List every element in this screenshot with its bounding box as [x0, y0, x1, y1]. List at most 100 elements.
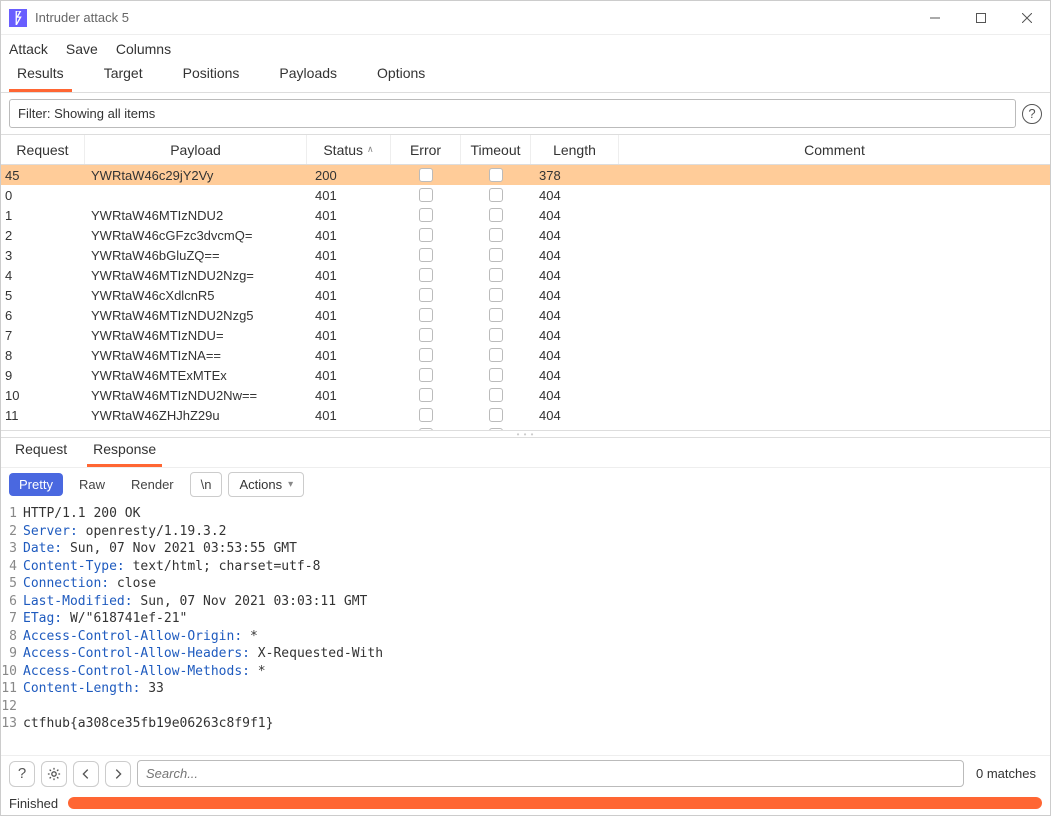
- table-row[interactable]: 5YWRtaW46cXdlcnR5401404: [1, 285, 1050, 305]
- timeout-checkbox[interactable]: [489, 208, 503, 222]
- cell-length: 404: [531, 325, 619, 345]
- error-checkbox[interactable]: [419, 348, 433, 362]
- col-timeout[interactable]: Timeout: [461, 135, 531, 164]
- error-checkbox[interactable]: [419, 368, 433, 382]
- settings-button[interactable]: [41, 761, 67, 787]
- view-toolbar: Pretty Raw Render \n Actions▾: [1, 468, 1050, 501]
- table-header: Request Payload Status∧ Error Timeout Le…: [1, 135, 1050, 165]
- error-checkbox[interactable]: [419, 308, 433, 322]
- table-row[interactable]: 7YWRtaW46MTIzNDU=401404: [1, 325, 1050, 345]
- timeout-checkbox[interactable]: [489, 308, 503, 322]
- minimize-button[interactable]: [912, 1, 958, 34]
- table-row[interactable]: 4YWRtaW46MTIzNDU2Nzg=401404: [1, 265, 1050, 285]
- menu-columns[interactable]: Columns: [116, 41, 171, 57]
- error-checkbox[interactable]: [419, 228, 433, 242]
- tab-positions[interactable]: Positions: [175, 63, 248, 92]
- error-checkbox[interactable]: [419, 288, 433, 302]
- cell-error: [391, 305, 461, 325]
- detail-tabs: Request Response: [1, 438, 1050, 468]
- cell-comment: [619, 165, 1050, 185]
- titlebar: Intruder attack 5: [1, 1, 1050, 35]
- sort-asc-icon: ∧: [367, 144, 374, 155]
- col-error[interactable]: Error: [391, 135, 461, 164]
- tab-response[interactable]: Response: [87, 438, 162, 467]
- timeout-checkbox[interactable]: [489, 188, 503, 202]
- view-newline[interactable]: \n: [190, 472, 223, 497]
- cell-length: 404: [531, 305, 619, 325]
- cell-timeout: [461, 225, 531, 245]
- view-render[interactable]: Render: [121, 473, 184, 496]
- error-checkbox[interactable]: [419, 168, 433, 182]
- tab-payloads[interactable]: Payloads: [271, 63, 345, 92]
- search-input[interactable]: [137, 760, 964, 787]
- timeout-checkbox[interactable]: [489, 368, 503, 382]
- error-checkbox[interactable]: [419, 188, 433, 202]
- cell-status: 401: [307, 365, 391, 385]
- menu-attack[interactable]: Attack: [9, 41, 48, 57]
- timeout-checkbox[interactable]: [489, 348, 503, 362]
- timeout-checkbox[interactable]: [489, 168, 503, 182]
- cell-comment: [619, 385, 1050, 405]
- table-row[interactable]: 1YWRtaW46MTIzNDU2401404: [1, 205, 1050, 225]
- cell-request: 5: [1, 285, 85, 305]
- cell-status: 401: [307, 325, 391, 345]
- code-line: 3Date: Sun, 07 Nov 2021 03:53:55 GMT: [1, 540, 1050, 558]
- help-icon[interactable]: ?: [1022, 104, 1042, 124]
- error-checkbox[interactable]: [419, 208, 433, 222]
- timeout-checkbox[interactable]: [489, 408, 503, 422]
- cell-error: [391, 165, 461, 185]
- table-row[interactable]: 6YWRtaW46MTIzNDU2Nzg5401404: [1, 305, 1050, 325]
- close-button[interactable]: [1004, 1, 1050, 34]
- table-row[interactable]: 3YWRtaW46bGluZQ==401404: [1, 245, 1050, 265]
- view-raw[interactable]: Raw: [69, 473, 115, 496]
- col-length[interactable]: Length: [531, 135, 619, 164]
- timeout-checkbox[interactable]: [489, 268, 503, 282]
- table-row[interactable]: 9YWRtaW46MTExMTEx401404: [1, 365, 1050, 385]
- cell-timeout: [461, 305, 531, 325]
- col-payload[interactable]: Payload: [85, 135, 307, 164]
- table-row[interactable]: 8YWRtaW46MTIzNA==401404: [1, 345, 1050, 365]
- timeout-checkbox[interactable]: [489, 248, 503, 262]
- timeout-checkbox[interactable]: [489, 288, 503, 302]
- timeout-checkbox[interactable]: [489, 388, 503, 402]
- col-comment[interactable]: Comment: [619, 135, 1050, 164]
- col-request[interactable]: Request: [1, 135, 85, 164]
- actions-button[interactable]: Actions▾: [228, 472, 304, 497]
- timeout-checkbox[interactable]: [489, 328, 503, 342]
- error-checkbox[interactable]: [419, 268, 433, 282]
- cell-comment: [619, 225, 1050, 245]
- tab-target[interactable]: Target: [96, 63, 151, 92]
- code-line: 2Server: openresty/1.19.3.2: [1, 523, 1050, 541]
- tab-request[interactable]: Request: [9, 438, 73, 467]
- col-status[interactable]: Status∧: [307, 135, 391, 164]
- next-button[interactable]: [105, 761, 131, 787]
- filter-input[interactable]: Filter: Showing all items: [9, 99, 1016, 128]
- tab-results[interactable]: Results: [9, 63, 72, 92]
- timeout-checkbox[interactable]: [489, 228, 503, 242]
- cell-timeout: [461, 165, 531, 185]
- table-row[interactable]: 45YWRtaW46c29jY2Vy200378: [1, 165, 1050, 185]
- cell-payload: YWRtaW46cXdlcnR5: [85, 285, 307, 305]
- cell-error: [391, 345, 461, 365]
- tab-options[interactable]: Options: [369, 63, 433, 92]
- error-checkbox[interactable]: [419, 248, 433, 262]
- table-row[interactable]: 2YWRtaW46cGFzc3dvcmQ=401404: [1, 225, 1050, 245]
- response-editor[interactable]: 1HTTP/1.1 200 OK2Server: openresty/1.19.…: [1, 501, 1050, 755]
- menu-save[interactable]: Save: [66, 41, 98, 57]
- table-row[interactable]: 11YWRtaW46ZHJhZ29u401404: [1, 405, 1050, 425]
- prev-button[interactable]: [73, 761, 99, 787]
- maximize-button[interactable]: [958, 1, 1004, 34]
- splitter[interactable]: • • •: [1, 430, 1050, 438]
- error-checkbox[interactable]: [419, 328, 433, 342]
- help-button[interactable]: ?: [9, 761, 35, 787]
- code-line: 10Access-Control-Allow-Methods: *: [1, 663, 1050, 681]
- table-row[interactable]: 10YWRtaW46MTIzNDU2Nw==401404: [1, 385, 1050, 405]
- table-row[interactable]: 0401404: [1, 185, 1050, 205]
- matches-count: 0 matches: [970, 766, 1042, 781]
- cell-comment: [619, 245, 1050, 265]
- cell-status: 401: [307, 345, 391, 365]
- error-checkbox[interactable]: [419, 388, 433, 402]
- view-pretty[interactable]: Pretty: [9, 473, 63, 496]
- table-body[interactable]: 45YWRtaW46c29jY2Vy20037804014041YWRtaW46…: [1, 165, 1050, 430]
- error-checkbox[interactable]: [419, 408, 433, 422]
